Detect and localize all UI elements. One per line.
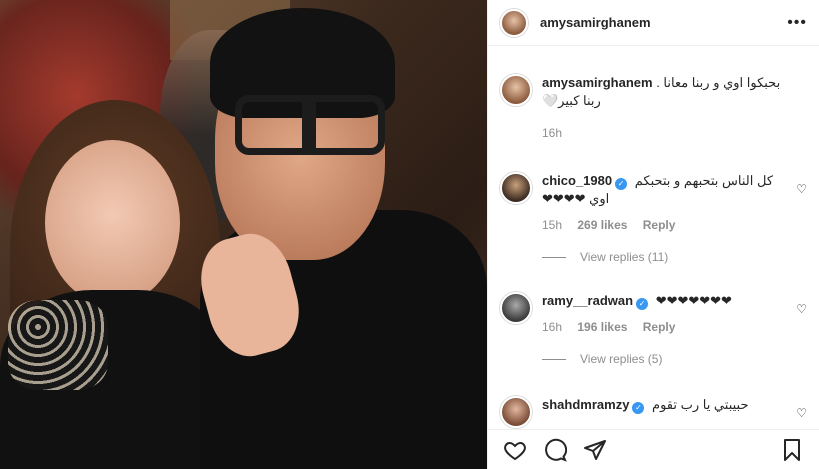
man-glasses bbox=[235, 95, 385, 155]
post-photo[interactable] bbox=[0, 0, 487, 469]
comment-like-heart-icon[interactable]: ♡ bbox=[796, 406, 807, 420]
post-header: amysamirghanem ••• bbox=[488, 0, 819, 46]
comment-username[interactable]: shahdmramzy bbox=[542, 397, 629, 412]
comment-username[interactable]: chico_1980 bbox=[542, 173, 612, 188]
caption-meta: 16h bbox=[542, 124, 785, 142]
replies-divider bbox=[542, 358, 566, 360]
verified-badge-icon: ✓ bbox=[615, 178, 628, 190]
more-options-icon[interactable]: ••• bbox=[787, 14, 807, 32]
post-panel: amysamirghanem ••• amysamirghanem بحبكوا… bbox=[487, 0, 819, 469]
action-bar bbox=[488, 429, 819, 469]
comment-meta: 15h 269 likes Reply bbox=[542, 216, 785, 234]
comment-time[interactable]: 15h bbox=[542, 218, 562, 232]
beaded-shoulder bbox=[8, 300, 108, 390]
author-username[interactable]: amysamirghanem bbox=[540, 15, 787, 30]
comment-likes[interactable]: 196 likes bbox=[577, 320, 627, 334]
reply-button[interactable]: Reply bbox=[643, 320, 676, 334]
caption-username[interactable]: amysamirghanem bbox=[542, 75, 653, 90]
caption-avatar[interactable] bbox=[500, 74, 532, 106]
share-icon[interactable] bbox=[582, 437, 608, 463]
comment-username[interactable]: ramy__radwan bbox=[542, 293, 633, 308]
view-replies-label: View replies (5) bbox=[580, 352, 663, 366]
comments-list[interactable]: amysamirghanem بحبكوا اوي و ربنا معانا .… bbox=[488, 46, 819, 429]
comment-avatar[interactable] bbox=[500, 396, 532, 428]
comment-meta: 16h 196 likes Reply bbox=[542, 318, 785, 336]
heart-icon[interactable] bbox=[502, 437, 528, 463]
reply-button[interactable]: Reply bbox=[643, 218, 676, 232]
comment-likes[interactable]: 269 likes bbox=[577, 218, 627, 232]
comment-avatar[interactable] bbox=[500, 292, 532, 324]
comment-text: ❤❤❤❤❤❤❤ bbox=[655, 293, 732, 308]
bookmark-icon[interactable] bbox=[779, 437, 805, 463]
comment-like-heart-icon[interactable]: ♡ bbox=[796, 302, 807, 316]
author-avatar[interactable] bbox=[500, 8, 528, 37]
view-replies-button[interactable]: View replies (5) bbox=[542, 350, 785, 368]
view-replies-label: View replies (11) bbox=[580, 250, 669, 264]
comment-text: حبيبتي يا رب تقوم bbox=[652, 397, 749, 412]
verified-badge-icon: ✓ bbox=[632, 402, 645, 414]
replies-divider bbox=[542, 256, 566, 258]
comment-icon[interactable] bbox=[542, 437, 568, 463]
woman-face bbox=[45, 140, 180, 305]
verified-badge-icon: ✓ bbox=[636, 298, 649, 310]
view-replies-button[interactable]: View replies (11) bbox=[542, 248, 785, 266]
comment-like-heart-icon[interactable]: ♡ bbox=[796, 182, 807, 196]
comment-avatar[interactable] bbox=[500, 172, 532, 204]
comment-time[interactable]: 16h bbox=[542, 320, 562, 334]
caption-time[interactable]: 16h bbox=[542, 126, 562, 140]
